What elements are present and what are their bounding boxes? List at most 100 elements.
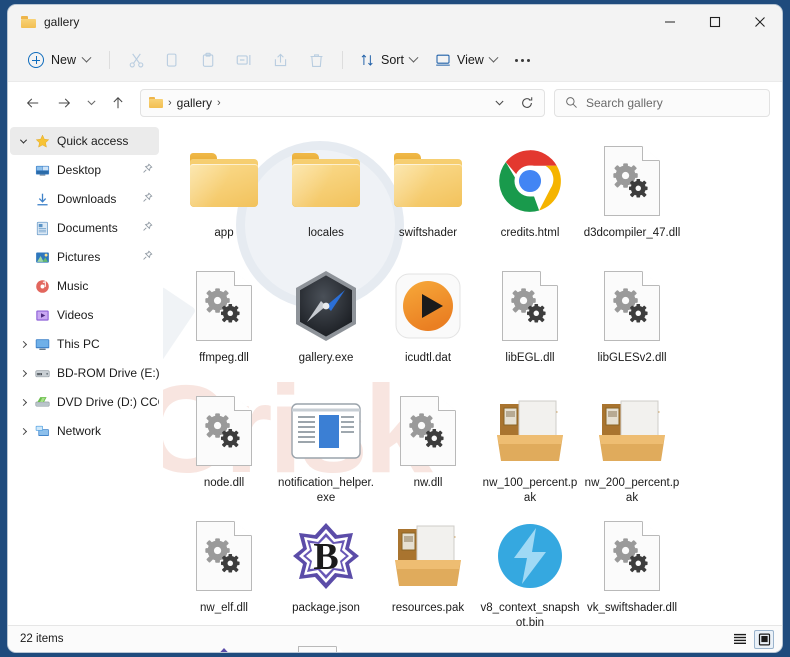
notification-helper-icon xyxy=(291,403,361,459)
chevron-right-icon[interactable] xyxy=(14,429,32,434)
file-item[interactable]: credits.html xyxy=(479,137,581,262)
sidebar-item-pictures[interactable]: Pictures xyxy=(10,243,159,271)
file-list: applocalesswiftshadercredits.htmld3dcomp… xyxy=(163,123,782,625)
new-button[interactable]: New xyxy=(20,47,100,73)
search-box[interactable]: Search gallery xyxy=(554,89,770,117)
sidebar-item-label: BD-ROM Drive (E:) C xyxy=(57,366,159,380)
pictures-icon xyxy=(32,250,52,265)
file-icon: B xyxy=(186,643,262,652)
details-view-button[interactable] xyxy=(730,630,750,649)
sidebar-item-label: DVD Drive (D:) CCCC xyxy=(57,395,159,409)
folder-icon xyxy=(393,153,463,209)
large-icons-view-button[interactable] xyxy=(754,630,774,649)
file-name-label: libEGL.dll xyxy=(480,351,580,366)
svg-text:B: B xyxy=(313,536,338,578)
file-item[interactable]: Bpackage.json xyxy=(275,512,377,637)
sidebar-item-this-pc[interactable]: This PC xyxy=(10,330,159,358)
music-icon xyxy=(32,279,52,294)
sidebar-item-documents[interactable]: Documents xyxy=(10,214,159,242)
file-item[interactable]: libGLESv2.dll xyxy=(581,262,683,387)
chevron-down-icon[interactable] xyxy=(14,139,32,144)
file-icon: B xyxy=(288,518,364,594)
file-item[interactable]: gallery.exe xyxy=(275,262,377,387)
sort-button[interactable]: Sort xyxy=(352,48,425,73)
chevron-right-icon[interactable] xyxy=(14,400,32,405)
view-button[interactable]: View xyxy=(427,47,505,73)
see-more-button[interactable] xyxy=(507,45,539,75)
sidebar-item-music[interactable]: Music xyxy=(10,272,159,300)
file-item[interactable]: locales xyxy=(275,137,377,262)
address-bar[interactable]: › gallery › xyxy=(140,89,545,117)
file-item[interactable]: Bvk_swiftshader_icd.json xyxy=(173,637,275,652)
chrome-icon xyxy=(496,147,564,215)
file-item[interactable]: nw_100_percent.pak xyxy=(479,387,581,512)
up-button[interactable] xyxy=(103,88,133,118)
sidebar-item-videos[interactable]: Videos xyxy=(10,301,159,329)
pin-icon[interactable] xyxy=(142,192,153,206)
file-item[interactable]: swiftshader xyxy=(377,137,479,262)
file-icon xyxy=(186,393,262,469)
dll-file-icon xyxy=(196,396,252,466)
rename-button[interactable] xyxy=(227,45,261,75)
file-icon xyxy=(186,518,262,594)
file-item[interactable]: icudtl.dat xyxy=(377,262,479,387)
file-icon xyxy=(492,393,568,469)
downloads-icon xyxy=(32,192,52,207)
file-item[interactable]: nw.dll xyxy=(377,387,479,512)
file-item[interactable]: nw_200_percent.pak xyxy=(581,387,683,512)
minimize-button[interactable] xyxy=(647,5,692,39)
sidebar-item-label: Pictures xyxy=(57,250,100,264)
sidebar-item-network[interactable]: Network xyxy=(10,417,159,445)
share-button[interactable] xyxy=(263,45,297,75)
sidebar-item-bd-rom-drive-e-c[interactable]: BD-ROM Drive (E:) C xyxy=(10,359,159,387)
sidebar-item-downloads[interactable]: Downloads xyxy=(10,185,159,213)
file-item[interactable]: libEGL.dll xyxy=(479,262,581,387)
pin-icon[interactable] xyxy=(142,250,153,264)
dot-3 xyxy=(527,59,530,62)
file-icon xyxy=(492,268,568,344)
search-input[interactable]: Search gallery xyxy=(586,96,663,110)
delete-button[interactable] xyxy=(299,45,333,75)
file-item[interactable]: d3dcompiler_47.dll xyxy=(581,137,683,262)
file-icon xyxy=(186,143,262,219)
copy-button[interactable] xyxy=(155,45,189,75)
recent-locations-button[interactable] xyxy=(80,88,102,118)
maximize-button[interactable] xyxy=(692,5,737,39)
thispc-icon xyxy=(32,337,52,352)
refresh-button[interactable] xyxy=(514,91,540,115)
chevron-right-icon[interactable] xyxy=(14,342,32,347)
dot-2 xyxy=(521,59,524,62)
close-button[interactable] xyxy=(737,5,782,39)
pak-archive-icon xyxy=(393,523,463,589)
file-item[interactable]: vulkan-1.dll xyxy=(275,637,377,652)
chevron-down-icon xyxy=(82,52,92,62)
dot-1 xyxy=(515,59,518,62)
file-item[interactable]: notification_helper.exe xyxy=(275,387,377,512)
sidebar-item-label: Desktop xyxy=(57,163,101,177)
file-item[interactable]: node.dll xyxy=(173,387,275,512)
file-icon xyxy=(594,518,670,594)
chevron-right-icon[interactable] xyxy=(14,371,32,376)
previous-locations-button[interactable] xyxy=(486,91,512,115)
bdrom-icon xyxy=(32,366,52,381)
pin-icon[interactable] xyxy=(142,163,153,177)
forward-button[interactable] xyxy=(49,88,79,118)
file-icon xyxy=(390,143,466,219)
file-item[interactable]: v8_context_snapshot.bin xyxy=(479,512,581,637)
sidebar-item-dvd-drive-d-cccc[interactable]: DVD Drive (D:) CCCC xyxy=(10,388,159,416)
pin-icon[interactable] xyxy=(142,221,153,235)
breadcrumb-gallery[interactable]: gallery xyxy=(177,96,212,110)
cut-button[interactable] xyxy=(119,45,153,75)
file-item[interactable]: vk_swiftshader.dll xyxy=(581,512,683,637)
file-item[interactable]: ffmpeg.dll xyxy=(173,262,275,387)
sidebar-item-desktop[interactable]: Desktop xyxy=(10,156,159,184)
explorer-body: PCrisk Quick accessDesktopDownloadsDocum… xyxy=(8,123,782,625)
new-button-label: New xyxy=(51,53,76,67)
paste-button[interactable] xyxy=(191,45,225,75)
file-name-label: nw_100_percent.pak xyxy=(480,476,580,505)
sidebar-item-quick-access[interactable]: Quick access xyxy=(10,127,159,155)
file-item[interactable]: nw_elf.dll xyxy=(173,512,275,637)
file-item[interactable]: app xyxy=(173,137,275,262)
back-button[interactable] xyxy=(18,88,48,118)
file-item[interactable]: resources.pak xyxy=(377,512,479,637)
